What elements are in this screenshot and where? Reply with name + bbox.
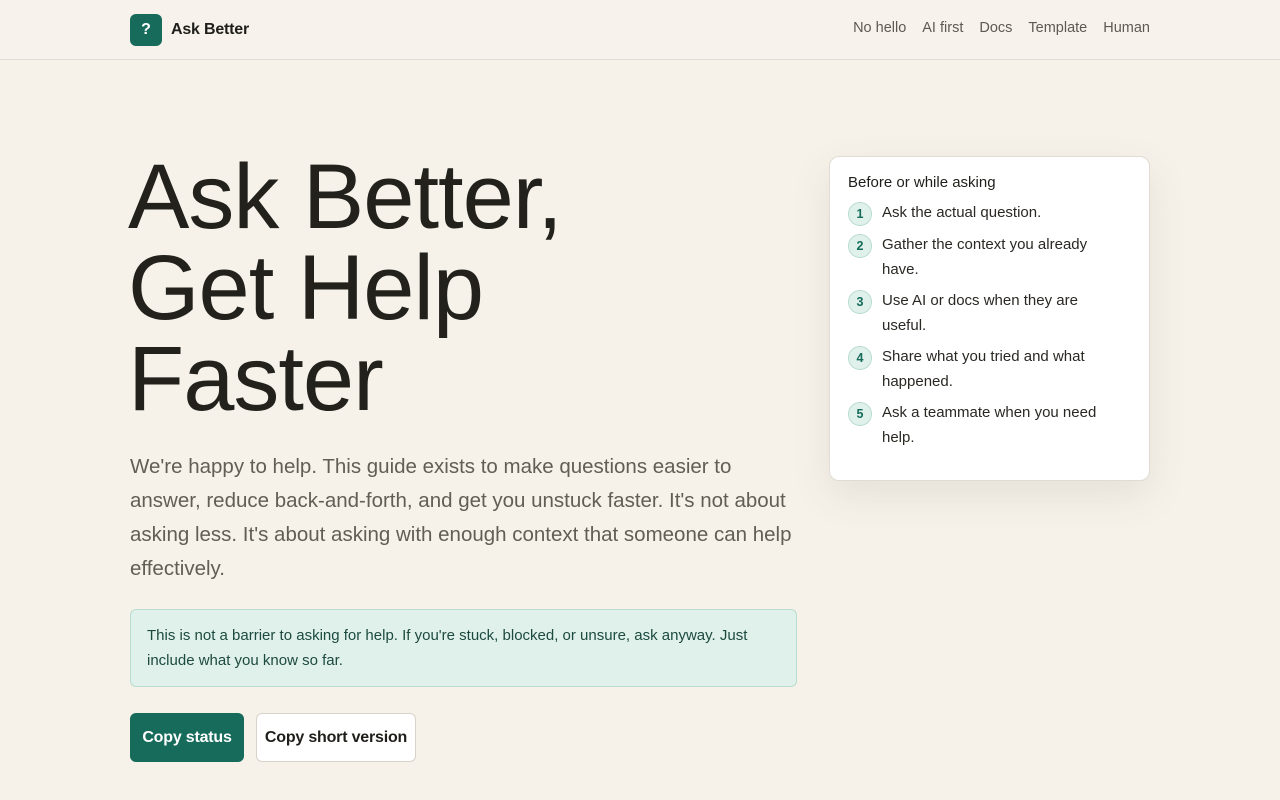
checklist-step: 5 Ask a teammate when you need help. xyxy=(848,402,1131,450)
copy-status-button[interactable]: Copy status xyxy=(130,713,244,762)
checklist-title: Before or while asking xyxy=(848,174,996,191)
page-title-line-3: Faster xyxy=(128,328,384,430)
main-nav: No hello AI first Docs Template Human xyxy=(853,20,1150,36)
step-number-badge: 5 xyxy=(848,402,872,426)
step-text: Ask a teammate when you need help. xyxy=(882,404,1097,446)
step-number-badge: 3 xyxy=(848,290,872,314)
step-text: Ask the actual question. xyxy=(882,204,1042,221)
brand-name: Ask Better xyxy=(171,21,250,38)
page-title-line-2: Get Help xyxy=(128,237,484,339)
nav-link-human[interactable]: Human xyxy=(1103,20,1150,36)
checklist-step: 3 Use AI or docs when they are useful. xyxy=(848,290,1131,338)
copy-short-version-button[interactable]: Copy short version xyxy=(256,713,416,762)
hero-lede: We're happy to help. This guide exists t… xyxy=(130,455,792,580)
nav-link-no-hello[interactable]: No hello xyxy=(853,20,906,36)
step-text: Share what you tried and what happened. xyxy=(882,348,1085,390)
step-text: Use AI or docs when they are useful. xyxy=(882,292,1078,334)
nav-link-docs[interactable]: Docs xyxy=(979,20,1012,36)
brand-logo-link[interactable]: ? Ask Better xyxy=(130,14,249,46)
page-title-line-1: Ask Better, xyxy=(128,146,563,248)
checklist-step: 2 Gather the context you already have. xyxy=(848,234,1131,282)
nav-link-template[interactable]: Template xyxy=(1028,20,1087,36)
question-mark-logo-icon: ? xyxy=(130,14,162,46)
reassurance-notice: This is not a barrier to asking for help… xyxy=(130,609,797,687)
checklist-card: Before or while asking 1 Ask the actual … xyxy=(829,156,1150,481)
top-navigation-bar: ? Ask Better No hello AI first Docs Temp… xyxy=(0,0,1280,60)
checklist-step: 1 Ask the actual question. xyxy=(848,202,1131,226)
step-text: Gather the context you already have. xyxy=(882,236,1088,278)
nav-link-ai-first[interactable]: AI first xyxy=(922,20,963,36)
page-title: Ask Better, Get Help Faster xyxy=(128,146,808,430)
step-number-badge: 4 xyxy=(848,346,872,370)
step-number-badge: 1 xyxy=(848,202,872,226)
step-number-badge: 2 xyxy=(848,234,872,258)
checklist-step: 4 Share what you tried and what happened… xyxy=(848,346,1131,394)
